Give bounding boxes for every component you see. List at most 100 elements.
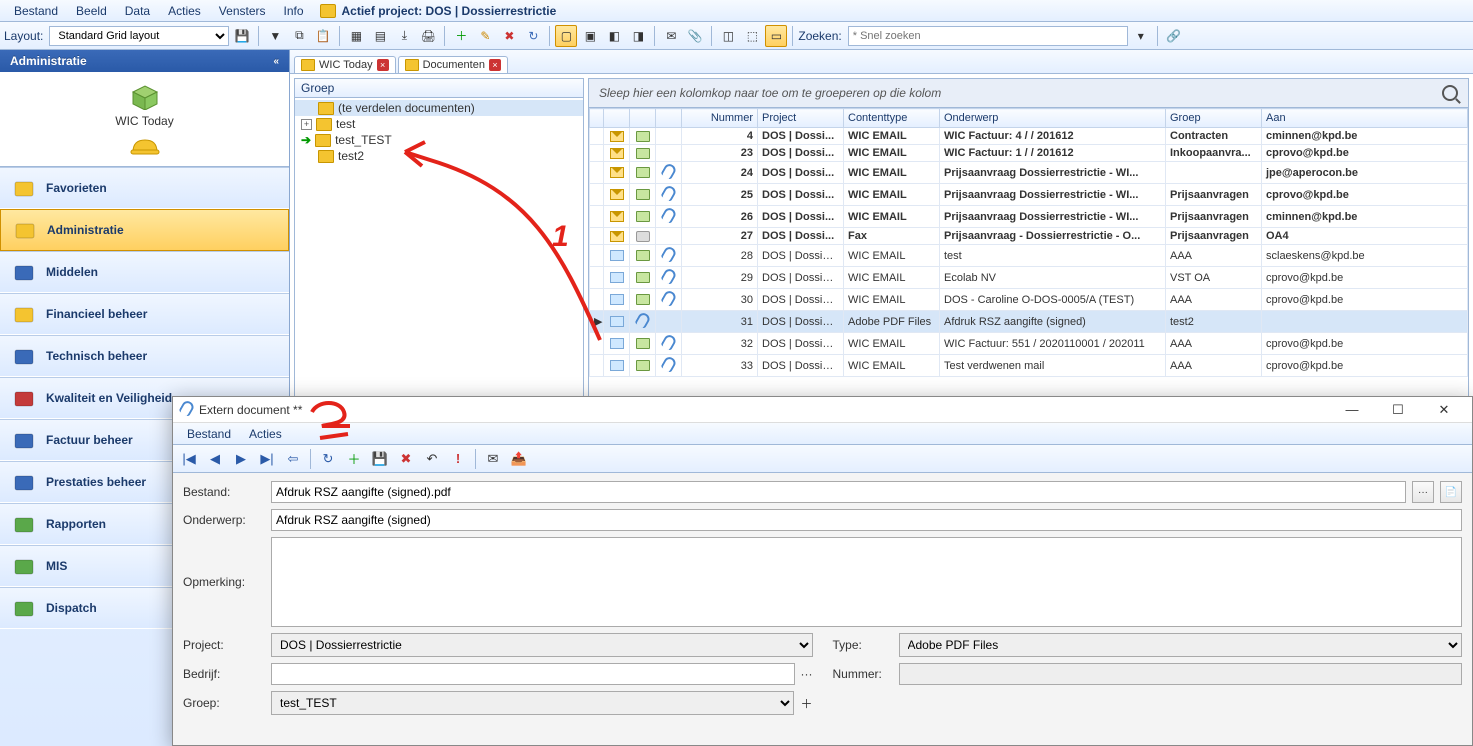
minimize-button[interactable]: — bbox=[1332, 397, 1372, 423]
mail-button[interactable]: ✉ bbox=[660, 25, 682, 47]
dialog-menu-bestand[interactable]: Bestand bbox=[179, 425, 239, 443]
bedrijf-field[interactable] bbox=[271, 663, 795, 685]
groep-select[interactable]: test_TEST bbox=[271, 691, 794, 715]
column-header[interactable]: Nummer bbox=[682, 109, 758, 128]
column-header[interactable] bbox=[630, 109, 656, 128]
sidebar-item-middelen[interactable]: Middelen bbox=[0, 251, 289, 293]
tree-node[interactable]: +test bbox=[295, 116, 583, 132]
sidebar-header[interactable]: Administratie « bbox=[0, 50, 289, 72]
table-row[interactable]: 25DOS | Dossi...WIC EMAILPrijsaanvraag D… bbox=[590, 184, 1468, 206]
first-button[interactable]: |◀ bbox=[177, 448, 201, 470]
delete-button[interactable]: ✖ bbox=[394, 448, 418, 470]
menu-bestand[interactable]: Bestand bbox=[6, 2, 66, 20]
column-header[interactable] bbox=[590, 109, 604, 128]
table-row[interactable]: 4DOS | Dossi...WIC EMAILWIC Factuur: 4 /… bbox=[590, 128, 1468, 145]
paste-button[interactable]: 📋 bbox=[312, 25, 334, 47]
menu-data[interactable]: Data bbox=[117, 2, 158, 20]
menu-beeld[interactable]: Beeld bbox=[68, 2, 115, 20]
add-button[interactable]: ＋ bbox=[342, 448, 366, 470]
table-row[interactable]: 32DOS | Dossierr...WIC EMAILWIC Factuur:… bbox=[590, 333, 1468, 355]
dialog-menu-acties[interactable]: Acties bbox=[241, 425, 290, 443]
tree-node[interactable]: (te verdelen documenten) bbox=[295, 100, 583, 116]
menu-acties[interactable]: Acties bbox=[160, 2, 209, 20]
maximize-button[interactable]: ☐ bbox=[1378, 397, 1418, 423]
table-row[interactable]: 30DOS | Dossierr...WIC EMAILDOS - Caroli… bbox=[590, 289, 1468, 311]
view4-button[interactable]: ◨ bbox=[627, 25, 649, 47]
prev-button[interactable]: ◀ bbox=[203, 448, 227, 470]
expand-icon[interactable]: + bbox=[301, 119, 312, 130]
mail-button[interactable]: ✉ bbox=[481, 448, 505, 470]
panel2-button[interactable]: ⬚ bbox=[741, 25, 763, 47]
documents-grid[interactable]: NummerProjectContenttypeOnderwerpGroepAa… bbox=[589, 108, 1468, 377]
table-row[interactable]: 28DOS | Dossierr...WIC EMAILtestAAAsclae… bbox=[590, 245, 1468, 267]
browse-button[interactable]: ··· bbox=[1412, 481, 1434, 503]
column-header[interactable]: Onderwerp bbox=[940, 109, 1166, 128]
view1-button[interactable]: ▢ bbox=[555, 25, 577, 47]
search-input[interactable] bbox=[848, 26, 1128, 46]
alert-button[interactable]: ! bbox=[446, 448, 470, 470]
table-row[interactable]: 27DOS | Dossi...FaxPrijsaanvraag - Dossi… bbox=[590, 228, 1468, 245]
refresh-button[interactable]: ↻ bbox=[522, 25, 544, 47]
opmerking-field[interactable] bbox=[271, 537, 1462, 627]
print-button[interactable]: 🖨 bbox=[417, 25, 439, 47]
project-select[interactable]: DOS | Dossierrestrictie bbox=[271, 633, 813, 657]
add-button[interactable]: ＋ bbox=[450, 25, 472, 47]
column-header[interactable]: Groep bbox=[1166, 109, 1262, 128]
filter-button[interactable]: ▼ bbox=[264, 25, 286, 47]
close-icon[interactable]: × bbox=[377, 59, 389, 71]
grid-button[interactable]: ▦ bbox=[345, 25, 367, 47]
group-by-area[interactable]: Sleep hier een kolomkop naar toe om te g… bbox=[589, 79, 1468, 108]
column-header[interactable] bbox=[656, 109, 682, 128]
column-header[interactable]: Project bbox=[758, 109, 844, 128]
table-row[interactable]: 26DOS | Dossi...WIC EMAILPrijsaanvraag D… bbox=[590, 206, 1468, 228]
sidebar-item-technisch-beheer[interactable]: Technisch beheer bbox=[0, 335, 289, 377]
column-header[interactable]: Contenttype bbox=[844, 109, 940, 128]
view2-button[interactable]: ▣ bbox=[579, 25, 601, 47]
groep-add-button[interactable]: ＋ bbox=[800, 695, 812, 712]
search-dropdown-button[interactable]: ▾ bbox=[1130, 25, 1152, 47]
tree-node[interactable]: ➔test_TEST bbox=[295, 132, 583, 148]
close-button[interactable]: ✕ bbox=[1424, 397, 1464, 423]
panel3-button[interactable]: ▭ bbox=[765, 25, 787, 47]
sidebar-item-financieel-beheer[interactable]: Financieel beheer bbox=[0, 293, 289, 335]
delete-button[interactable]: ✖ bbox=[498, 25, 520, 47]
sidebar-item-administratie[interactable]: Administratie bbox=[0, 209, 289, 251]
undo-button[interactable]: ↶ bbox=[420, 448, 444, 470]
tab-documenten[interactable]: Documenten× bbox=[398, 56, 508, 73]
refresh-button[interactable]: ↻ bbox=[316, 448, 340, 470]
last-button[interactable]: ▶| bbox=[255, 448, 279, 470]
table-row[interactable]: 23DOS | Dossi...WIC EMAILWIC Factuur: 1 … bbox=[590, 145, 1468, 162]
back-button[interactable]: ⇦ bbox=[281, 448, 305, 470]
card-button[interactable]: ▤ bbox=[369, 25, 391, 47]
bestand-field[interactable] bbox=[271, 481, 1406, 503]
bedrijf-lookup-button[interactable]: ··· bbox=[801, 667, 813, 681]
table-row[interactable]: 33DOS | Dossierr...WIC EMAILTest verdwen… bbox=[590, 355, 1468, 377]
tab-wic-today[interactable]: WIC Today× bbox=[294, 56, 396, 73]
dialog-titlebar[interactable]: Extern document ** — ☐ ✕ bbox=[173, 397, 1472, 423]
next-button[interactable]: ▶ bbox=[229, 448, 253, 470]
sidebar-item-favorieten[interactable]: Favorieten bbox=[0, 167, 289, 209]
menu-vensters[interactable]: Vensters bbox=[211, 2, 274, 20]
tree-node[interactable]: test2 bbox=[295, 148, 583, 164]
layout-save-button[interactable]: 💾 bbox=[231, 25, 253, 47]
close-icon[interactable]: × bbox=[489, 59, 501, 71]
link-button[interactable]: 🔗 bbox=[1163, 25, 1185, 47]
table-row[interactable]: 29DOS | Dossierr...WIC EMAILEcolab NVVST… bbox=[590, 267, 1468, 289]
view3-button[interactable]: ◧ bbox=[603, 25, 625, 47]
edit-button[interactable]: ✎ bbox=[474, 25, 496, 47]
onderwerp-field[interactable] bbox=[271, 509, 1462, 531]
table-row[interactable]: 24DOS | Dossi...WIC EMAILPrijsaanvraag D… bbox=[590, 162, 1468, 184]
export-button[interactable]: ⤓ bbox=[393, 25, 415, 47]
type-select[interactable]: Adobe PDF Files bbox=[899, 633, 1463, 657]
menu-info[interactable]: Info bbox=[276, 2, 312, 20]
attach-button[interactable]: 📎 bbox=[684, 25, 706, 47]
search-icon[interactable] bbox=[1442, 85, 1458, 101]
send-button[interactable]: 📤 bbox=[507, 448, 531, 470]
save-button[interactable]: 💾 bbox=[368, 448, 392, 470]
table-row[interactable]: ▶31DOS | Dossierr...Adobe PDF FilesAfdru… bbox=[590, 311, 1468, 333]
column-header[interactable] bbox=[604, 109, 630, 128]
column-header[interactable]: Aan bbox=[1262, 109, 1468, 128]
copy-button[interactable]: ⧉ bbox=[288, 25, 310, 47]
open-file-button[interactable]: 📄 bbox=[1440, 481, 1462, 503]
layout-select[interactable]: Standard Grid layout bbox=[49, 26, 229, 46]
